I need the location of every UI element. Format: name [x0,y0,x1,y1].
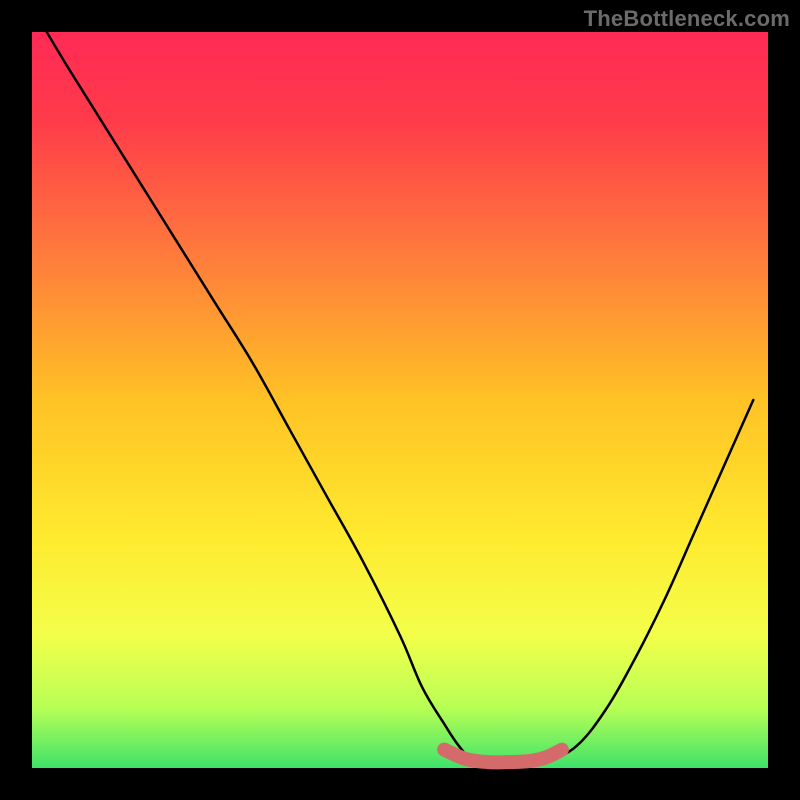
watermark-text: TheBottleneck.com [584,6,790,32]
gradient-background [32,32,768,768]
chart-container: { "watermark": "TheBottleneck.com", "cha… [0,0,800,800]
